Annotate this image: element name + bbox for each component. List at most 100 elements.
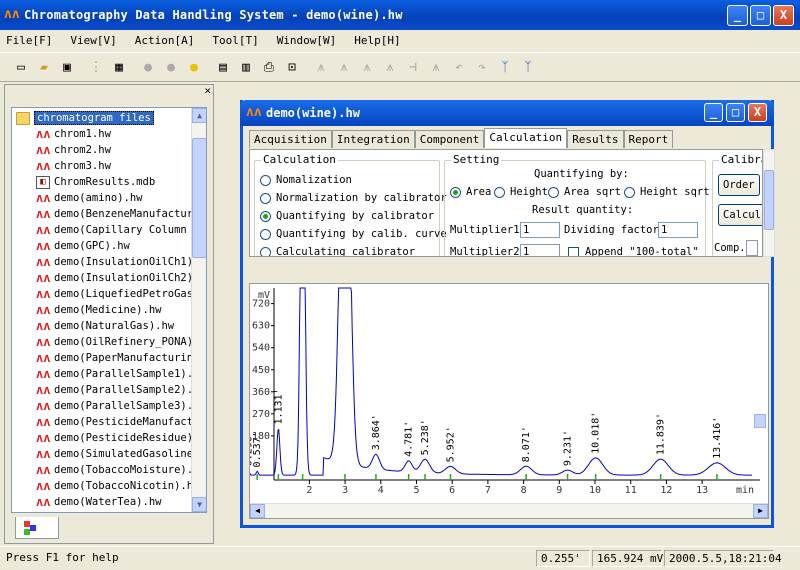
- radio-area[interactable]: Area: [450, 186, 491, 198]
- tree-item[interactable]: ʌʌ demo(LiquefiedPetroGas: [36, 286, 196, 302]
- doc-maximize-button[interactable]: □: [726, 103, 745, 122]
- tree-view-icon[interactable]: ⋮: [85, 56, 107, 78]
- chromatogram-icon: ʌʌ: [36, 414, 51, 429]
- append-100-total-checkbox[interactable]: Append "100-total": [568, 246, 699, 256]
- tree-item[interactable]: ʌʌ chrom3.hw: [36, 158, 196, 174]
- menu-file[interactable]: File[F]: [6, 34, 52, 47]
- tab-calculation[interactable]: Calculation: [484, 128, 568, 148]
- export-icon[interactable]: ⊡: [281, 56, 303, 78]
- radio-area-sqrt[interactable]: Area sqrt: [548, 186, 621, 198]
- chromatogram-icon: ʌʌ: [36, 158, 51, 173]
- peak-icon-5[interactable]: ⩚: [425, 56, 447, 78]
- chart-vscroll-thumb[interactable]: [754, 414, 766, 428]
- tree-item[interactable]: ʌʌ chrom1.hw: [36, 126, 196, 142]
- tree-item[interactable]: ʌʌ demo(Capillary Column: [36, 222, 196, 238]
- tree-item[interactable]: ʌʌ demo(ParallelSample1).: [36, 366, 196, 382]
- tab-acquisition[interactable]: Acquisition: [249, 130, 332, 148]
- pane-close-icon[interactable]: ×: [204, 85, 211, 97]
- peak-icon-3[interactable]: ⩚: [356, 56, 378, 78]
- radio-normalization-by-calibrator[interactable]: Normalization by calibrator: [260, 192, 447, 204]
- undo-icon[interactable]: ↶: [448, 56, 470, 78]
- tree-root[interactable]: chromatogram files: [16, 110, 196, 126]
- doc-close-button[interactable]: X: [748, 103, 767, 122]
- panel-scrollbar[interactable]: [763, 149, 775, 257]
- help-person-icon[interactable]: ᛉ: [517, 56, 539, 78]
- tree-item[interactable]: ʌʌ demo(BenzeneManufactur: [36, 206, 196, 222]
- peak-icon-1[interactable]: ⩚: [310, 56, 332, 78]
- tree-item[interactable]: ◧ ChromResults.mdb: [36, 174, 196, 190]
- tree-item[interactable]: ʌʌ demo(SimulatedGasoline: [36, 446, 196, 462]
- peak-icon-4[interactable]: ⩚: [379, 56, 401, 78]
- tree-item[interactable]: ʌʌ demo(Medicine).hw: [36, 302, 196, 318]
- tree-item[interactable]: ʌʌ demo(amino).hw: [36, 190, 196, 206]
- radio-height[interactable]: Height: [494, 186, 548, 198]
- scroll-right-icon[interactable]: ▶: [753, 504, 768, 518]
- tree-item[interactable]: ʌʌ demo(InsulationOilCh2): [36, 270, 196, 286]
- person-icon[interactable]: ᛉ: [494, 56, 516, 78]
- tree-item[interactable]: ʌʌ demo(PesticideManufact: [36, 414, 196, 430]
- menu-help[interactable]: Help[H]: [354, 34, 400, 47]
- radio-calculating-calibrator[interactable]: Calculating calibrator: [260, 246, 415, 256]
- tree-item[interactable]: ʌʌ demo(TobaccoNicotin).hw: [36, 478, 199, 494]
- open-folder-icon[interactable]: ▰: [33, 56, 55, 78]
- tree-item[interactable]: ʌʌ demo(GPC).hw: [36, 238, 196, 254]
- radio-nomalization[interactable]: Nomalization: [260, 174, 352, 186]
- tree-item[interactable]: ʌʌ demo(PesticideResidue): [36, 430, 196, 446]
- minimize-button[interactable]: _: [727, 5, 748, 26]
- scroll-thumb[interactable]: [192, 138, 206, 258]
- order-button[interactable]: Order: [718, 174, 760, 196]
- tab-component[interactable]: Component: [414, 130, 485, 148]
- save-icon[interactable]: ▣: [56, 56, 78, 78]
- radio-quantifying-by-calib-curve[interactable]: Quantifying by calib. curve: [260, 228, 447, 240]
- chromatogram-icon: ʌʌ: [36, 206, 51, 221]
- chromatogram-icon: ʌʌ: [36, 334, 51, 349]
- scroll-up-icon[interactable]: ▲: [192, 108, 206, 123]
- report-icon[interactable]: ▥: [235, 56, 257, 78]
- file-tree-pane: × chromatogram files ʌʌ chrom1.hw ʌʌ chrom2…: [4, 84, 214, 544]
- tab-report[interactable]: Report: [623, 130, 674, 148]
- doc-minimize-button[interactable]: _: [704, 103, 723, 122]
- grid-view-icon[interactable]: ▦: [108, 56, 130, 78]
- stop-acquisition-icon[interactable]: ●: [160, 56, 182, 78]
- start-acquisition-icon[interactable]: ●: [137, 56, 159, 78]
- menu-tool[interactable]: Tool[T]: [212, 34, 258, 47]
- multiplier2-input[interactable]: 1: [520, 244, 560, 256]
- new-file-icon[interactable]: ▭: [10, 56, 32, 78]
- sun-icon[interactable]: ●: [183, 56, 205, 78]
- baseline-icon[interactable]: ⊣: [402, 56, 424, 78]
- scroll-left-icon[interactable]: ◀: [250, 504, 265, 518]
- menu-view[interactable]: View[V]: [70, 34, 116, 47]
- dividing-factor-input[interactable]: 1: [658, 222, 698, 238]
- tree-item[interactable]: ʌʌ demo(InsulationOilCh1): [36, 254, 196, 270]
- calculate-button[interactable]: Calcul: [718, 204, 762, 226]
- redo-icon[interactable]: ↷: [471, 56, 493, 78]
- print-icon[interactable]: ⎙: [258, 56, 280, 78]
- tree-item[interactable]: ʌʌ demo(ParallelSample3).: [36, 398, 196, 414]
- file-view-tab[interactable]: [15, 517, 59, 539]
- panel-scroll-thumb[interactable]: [764, 170, 774, 230]
- tree-scrollbar[interactable]: ▲ ▼: [191, 108, 206, 512]
- x-tick-label: 12: [660, 485, 672, 496]
- tree-item[interactable]: ʌʌ demo(OilRefinery_PONA): [36, 334, 196, 350]
- calculator-icon[interactable]: ▤: [212, 56, 234, 78]
- chart-hscrollbar[interactable]: ◀ ▶: [250, 503, 768, 518]
- tree-item[interactable]: ʌʌ demo(NaturalGas).hw: [36, 318, 196, 334]
- radio-quantifying-by-calibrator[interactable]: Quantifying by calibrator: [260, 210, 434, 222]
- scroll-down-icon[interactable]: ▼: [192, 497, 206, 512]
- tree-item[interactable]: ʌʌ chrom2.hw: [36, 142, 196, 158]
- chromatogram-icon: ʌʌ: [36, 222, 51, 237]
- radio-height-sqrt[interactable]: Height sqrt: [624, 186, 710, 198]
- comp-input[interactable]: [746, 240, 758, 256]
- menu-action[interactable]: Action[A]: [135, 34, 195, 47]
- tab-integration[interactable]: Integration: [331, 130, 415, 148]
- tree-item[interactable]: ʌʌ demo(WaterTea).hw: [36, 494, 196, 510]
- peak-icon-2[interactable]: ⩚: [333, 56, 355, 78]
- close-button[interactable]: X: [773, 5, 794, 26]
- menu-window[interactable]: Window[W]: [277, 34, 337, 47]
- tree-item[interactable]: ʌʌ demo(PaperManufacturin: [36, 350, 196, 366]
- multiplier1-input[interactable]: 1: [520, 222, 560, 238]
- tree-item[interactable]: ʌʌ demo(ParallelSample2).: [36, 382, 196, 398]
- maximize-button[interactable]: □: [750, 5, 771, 26]
- tab-results[interactable]: Results: [567, 130, 624, 148]
- tree-item[interactable]: ʌʌ demo(TobaccoMoisture).: [36, 462, 196, 478]
